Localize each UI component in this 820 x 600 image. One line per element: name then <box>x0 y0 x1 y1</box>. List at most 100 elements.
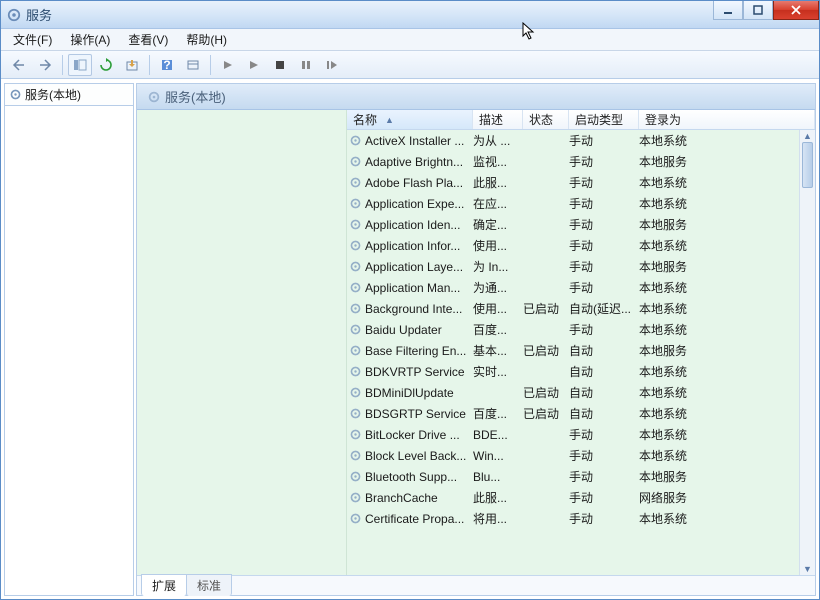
service-logon-as: 本地系统 <box>639 132 815 149</box>
minimize-button[interactable] <box>713 1 743 20</box>
tree-node-services-local[interactable]: 服务(本地) <box>5 84 133 106</box>
tab-extended[interactable]: 扩展 <box>141 574 187 596</box>
gear-icon <box>349 512 362 525</box>
titlebar[interactable]: 服务 <box>1 1 819 29</box>
toolbar: ? <box>1 51 819 79</box>
service-description: 使用... <box>473 300 523 317</box>
service-description: Win... <box>473 449 523 463</box>
service-name: Adobe Flash Pla... <box>365 176 473 190</box>
service-name: Adaptive Brightn... <box>365 155 473 169</box>
gear-icon <box>349 365 362 378</box>
service-row[interactable]: BDSGRTP Service百度...已启动自动本地系统 <box>347 403 815 424</box>
start-service-alt-button[interactable] <box>242 54 266 76</box>
service-row[interactable]: Application Iden...确定...手动本地服务 <box>347 214 815 235</box>
back-button[interactable] <box>7 54 31 76</box>
right-header: 服务(本地) <box>137 84 815 110</box>
close-button[interactable] <box>773 1 819 20</box>
service-row[interactable]: BranchCache此服...手动网络服务 <box>347 487 815 508</box>
tab-standard[interactable]: 标准 <box>186 574 232 596</box>
service-logon-as: 本地服务 <box>639 153 815 170</box>
service-row[interactable]: Background Inte...使用...已启动自动(延迟...本地系统 <box>347 298 815 319</box>
service-logon-as: 本地系统 <box>639 279 815 296</box>
service-row[interactable]: Adaptive Brightn...监视...手动本地服务 <box>347 151 815 172</box>
maximize-button[interactable] <box>743 1 773 20</box>
svg-text:?: ? <box>163 58 170 72</box>
service-row[interactable]: ActiveX Installer ...为从 ...手动本地系统 <box>347 130 815 151</box>
service-name: Certificate Propa... <box>365 512 473 526</box>
column-status[interactable]: 状态 <box>523 110 569 129</box>
export-button[interactable] <box>120 54 144 76</box>
app-icon <box>7 8 21 22</box>
column-startup-type[interactable]: 启动类型 <box>569 110 639 129</box>
gear-icon <box>349 344 362 357</box>
service-description: 为从 ... <box>473 132 523 149</box>
service-row[interactable]: BDMiniDlUpdate已启动自动本地系统 <box>347 382 815 403</box>
menubar: 文件(F) 操作(A) 查看(V) 帮助(H) <box>1 29 819 51</box>
service-logon-as: 本地服务 <box>639 258 815 275</box>
gear-icon <box>349 155 362 168</box>
column-description[interactable]: 描述 <box>473 110 523 129</box>
service-startup-type: 手动 <box>569 237 639 254</box>
restart-service-button[interactable] <box>320 54 344 76</box>
service-startup-type: 手动 <box>569 132 639 149</box>
show-hide-tree-button[interactable] <box>68 54 92 76</box>
service-row[interactable]: Base Filtering En...基本...已启动自动本地服务 <box>347 340 815 361</box>
menu-action[interactable]: 操作(A) <box>66 29 114 50</box>
service-row[interactable]: Application Infor...使用...手动本地系统 <box>347 235 815 256</box>
forward-button[interactable] <box>33 54 57 76</box>
service-logon-as: 本地系统 <box>639 426 815 443</box>
start-service-button[interactable] <box>216 54 240 76</box>
service-startup-type: 自动 <box>569 405 639 422</box>
service-logon-as: 本地服务 <box>639 342 815 359</box>
services-window: 服务 文件(F) 操作(A) 查看(V) 帮助(H) ? <box>0 0 820 600</box>
properties-button[interactable] <box>181 54 205 76</box>
service-startup-type: 自动(延迟... <box>569 300 639 317</box>
service-row[interactable]: Block Level Back...Win...手动本地系统 <box>347 445 815 466</box>
service-description: 将用... <box>473 510 523 527</box>
gear-icon <box>349 323 362 336</box>
service-name: BranchCache <box>365 491 473 505</box>
help-button[interactable]: ? <box>155 54 179 76</box>
scroll-up-button[interactable]: ▲ <box>800 130 815 142</box>
service-startup-type: 自动 <box>569 384 639 401</box>
service-logon-as: 本地系统 <box>639 447 815 464</box>
service-logon-as: 本地系统 <box>639 510 815 527</box>
service-row[interactable]: Bluetooth Supp...Blu...手动本地服务 <box>347 466 815 487</box>
service-name: Base Filtering En... <box>365 344 473 358</box>
service-row[interactable]: BitLocker Drive ...BDE...手动本地系统 <box>347 424 815 445</box>
service-name: Application Infor... <box>365 239 473 253</box>
stop-service-button[interactable] <box>268 54 292 76</box>
service-logon-as: 本地服务 <box>639 468 815 485</box>
service-logon-as: 本地系统 <box>639 174 815 191</box>
service-description: 实时... <box>473 363 523 380</box>
view-tabs: 扩展 标准 <box>137 575 815 595</box>
service-row[interactable]: Application Man...为通...手动本地系统 <box>347 277 815 298</box>
service-row[interactable]: Certificate Propa...将用...手动本地系统 <box>347 508 815 529</box>
gear-icon <box>147 90 161 104</box>
menu-file[interactable]: 文件(F) <box>9 29 56 50</box>
column-name[interactable]: 名称▲ <box>347 110 473 129</box>
service-startup-type: 手动 <box>569 468 639 485</box>
service-name: Block Level Back... <box>365 449 473 463</box>
service-startup-type: 手动 <box>569 321 639 338</box>
right-pane: 服务(本地) 名称▲ 描述 状态 启动类型 登录为 ActiveX Instal… <box>136 83 816 596</box>
scroll-down-button[interactable]: ▼ <box>800 563 815 575</box>
refresh-button[interactable] <box>94 54 118 76</box>
window-controls <box>713 1 819 20</box>
menu-view[interactable]: 查看(V) <box>124 29 172 50</box>
service-row[interactable]: Baidu Updater百度...手动本地系统 <box>347 319 815 340</box>
service-logon-as: 本地系统 <box>639 321 815 338</box>
service-row[interactable]: Application Expe...在应...手动本地系统 <box>347 193 815 214</box>
service-description: 为 In... <box>473 258 523 275</box>
service-row[interactable]: Adobe Flash Pla...此服...手动本地系统 <box>347 172 815 193</box>
vertical-scrollbar[interactable]: ▲ ▼ <box>799 130 815 575</box>
scrollbar-thumb[interactable] <box>802 142 813 188</box>
service-row[interactable]: Application Laye...为 In...手动本地服务 <box>347 256 815 277</box>
column-logon-as[interactable]: 登录为 <box>639 110 815 129</box>
pause-service-button[interactable] <box>294 54 318 76</box>
gear-icon <box>349 386 362 399</box>
service-logon-as: 本地系统 <box>639 405 815 422</box>
menu-help[interactable]: 帮助(H) <box>182 29 231 50</box>
gear-icon <box>349 491 362 504</box>
service-row[interactable]: BDKVRTP Service实时...自动本地系统 <box>347 361 815 382</box>
